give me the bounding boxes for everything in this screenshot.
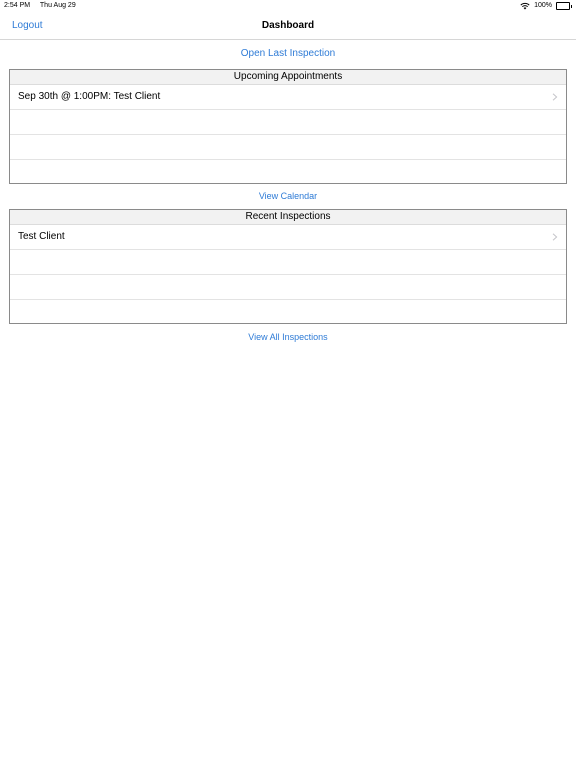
upcoming-appointments-header: Upcoming Appointments <box>10 70 566 85</box>
view-calendar-button[interactable]: View Calendar <box>0 191 576 202</box>
inspection-row-empty <box>10 300 566 324</box>
view-all-inspections-button[interactable]: View All Inspections <box>0 332 576 343</box>
status-date: Thu Aug 29 <box>39 2 76 9</box>
status-right: 100% <box>520 0 572 12</box>
status-bar: 2:54 PM Thu Aug 29 100% <box>0 0 576 12</box>
battery-icon <box>556 2 572 10</box>
wifi-icon <box>520 2 530 10</box>
inspection-label: Test Client <box>18 231 65 242</box>
appointment-row[interactable]: Sep 30th @ 1:00PM: Test Client <box>10 85 566 110</box>
appointment-label: Sep 30th @ 1:00PM: Test Client <box>18 91 161 102</box>
appointment-row-empty <box>10 160 566 184</box>
chevron-right-icon <box>552 233 558 241</box>
appointment-row-empty <box>10 110 566 135</box>
status-time: 2:54 PM <box>4 2 31 9</box>
recent-inspections-header: Recent Inspections <box>10 210 566 225</box>
inspection-row-empty <box>10 250 566 275</box>
battery-percent: 100% <box>534 2 552 9</box>
open-last-inspection-button[interactable]: Open Last Inspection <box>0 48 576 60</box>
inspection-row-empty <box>10 275 566 300</box>
appointment-row-empty <box>10 135 566 160</box>
chevron-right-icon <box>552 93 558 101</box>
inspection-row[interactable]: Test Client <box>10 225 566 250</box>
recent-inspections-panel: Recent Inspections Test Client <box>9 209 567 324</box>
navigation-bar: Logout Dashboard <box>0 12 576 40</box>
upcoming-appointments-panel: Upcoming Appointments Sep 30th @ 1:00PM:… <box>9 69 567 184</box>
status-left: 2:54 PM Thu Aug 29 <box>4 0 84 12</box>
page-title: Dashboard <box>261 20 315 31</box>
